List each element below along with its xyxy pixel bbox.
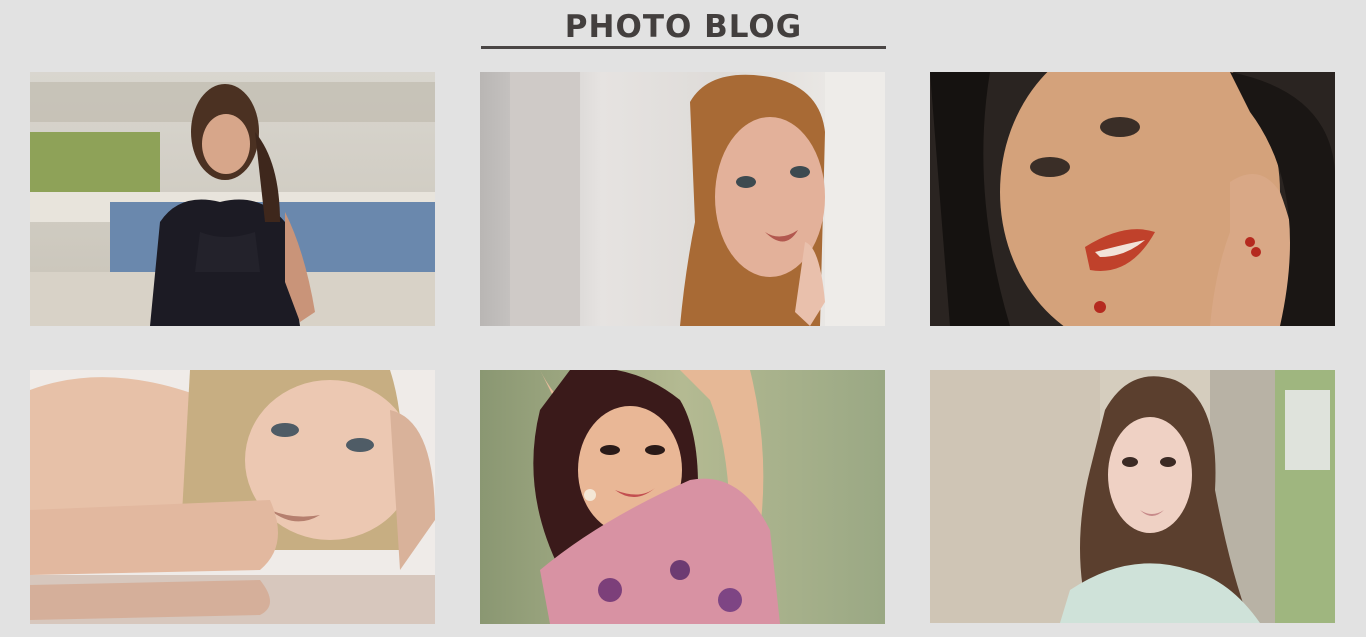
photo-image [480,72,885,326]
photo-blog-page: PHOTO BLOG [0,0,1366,637]
photo-image [30,72,435,326]
photo-image [930,72,1335,326]
gallery-photo-5[interactable] [480,370,885,624]
gallery-photo-6[interactable] [930,370,1335,623]
gallery-photo-3[interactable] [930,72,1335,326]
gallery-photo-2[interactable] [480,72,885,326]
photo-image [30,370,435,624]
gallery-photo-4[interactable] [30,370,435,624]
page-title: PHOTO BLOG [564,9,803,45]
photo-image [480,370,885,624]
photo-image [930,370,1335,623]
gallery-photo-1[interactable] [30,72,435,326]
page-header: PHOTO BLOG [481,8,886,49]
